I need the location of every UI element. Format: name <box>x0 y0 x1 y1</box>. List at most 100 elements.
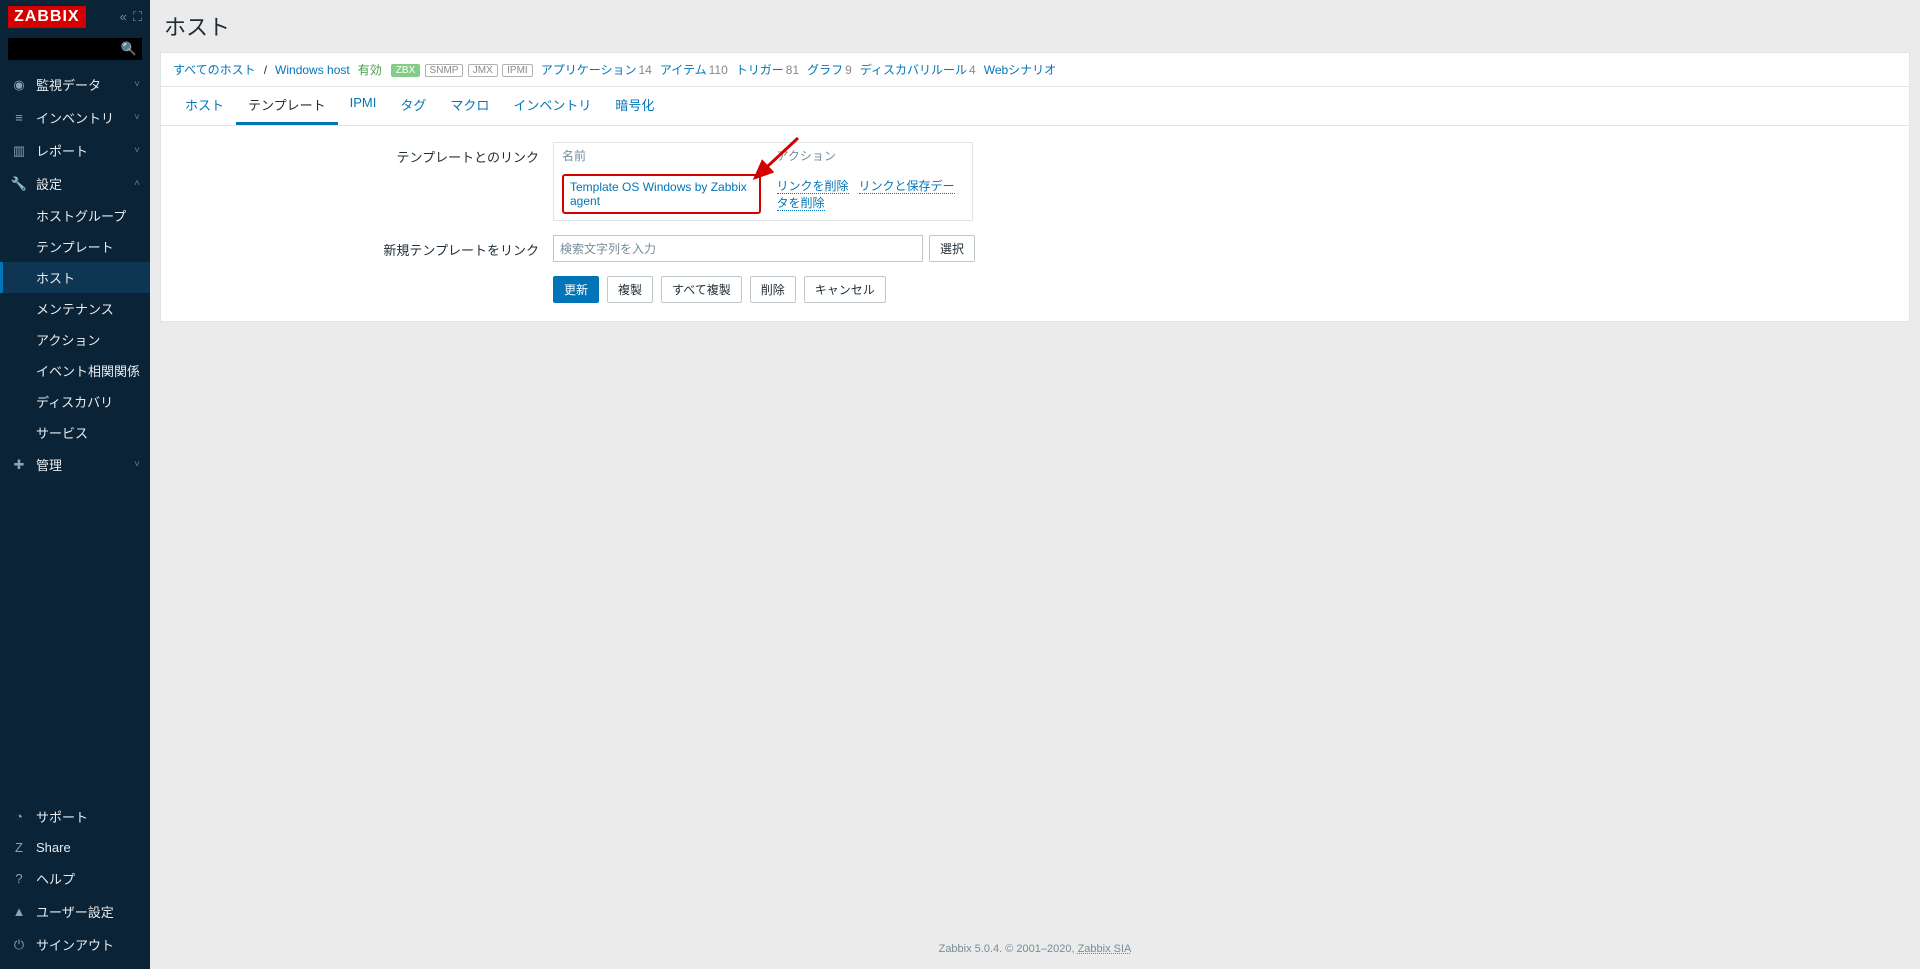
nav-sub-event-correlation[interactable]: イベント相関関係 <box>0 355 150 386</box>
footer-label: ユーザー設定 <box>36 902 114 921</box>
tab-templates[interactable]: テンプレート <box>236 87 338 125</box>
nav-sub-hostgroups[interactable]: ホストグループ <box>0 200 150 231</box>
tab-inventory[interactable]: インベントリ <box>501 87 603 125</box>
page-title: ホスト <box>164 10 1906 42</box>
tab-host[interactable]: ホスト <box>173 87 236 125</box>
content: すべてのホスト / Windows host 有効 ZBX SNMP JMX I… <box>160 52 1910 322</box>
breadcrumb-host[interactable]: Windows host <box>275 63 350 77</box>
list-icon: ≡ <box>10 110 28 125</box>
page-title-bar: ホスト <box>150 0 1920 52</box>
unlink-link[interactable]: リンクを削除 <box>777 179 849 194</box>
nav-label: 設定 <box>36 174 62 193</box>
footer-label: ヘルプ <box>36 869 75 888</box>
label-linked-templates: テンプレートとのリンク <box>173 142 553 221</box>
logo[interactable]: ZABBIX <box>8 6 86 28</box>
headset-icon: ◔ <box>10 809 28 824</box>
tab-ipmi[interactable]: IPMI <box>338 87 389 125</box>
chevron-down-icon: ˅ <box>134 145 140 156</box>
sidebar: ZABBIX « ⛶ 🔍 ◉ 監視データ ˅ ≡ インベントリ ˅ ▥ レポート… <box>0 0 150 969</box>
nav-sub-maintenance[interactable]: メンテナンス <box>0 293 150 324</box>
nav-configuration[interactable]: 🔧 設定 ˄ <box>0 167 150 200</box>
link-graphs[interactable]: グラフ9 <box>807 61 852 78</box>
cancel-button[interactable]: キャンセル <box>804 276 886 303</box>
footer-link[interactable]: Zabbix SIA <box>1078 943 1132 955</box>
nav-sub-services[interactable]: サービス <box>0 417 150 448</box>
linked-templates-table: 名前 アクション Template OS Windows by Zabbix a… <box>553 142 973 221</box>
nav-administration[interactable]: ✚ 管理 ˅ <box>0 448 150 481</box>
footer-label: サインアウト <box>36 935 114 954</box>
chevron-down-icon: ˅ <box>134 459 140 470</box>
chevron-up-icon: ˄ <box>134 178 140 189</box>
sidebar-footer: ◔ サポート Z Share ? ヘルプ ▲ ユーザー設定 ⏻ サインアウト <box>0 800 150 969</box>
nav-monitoring[interactable]: ◉ 監視データ ˅ <box>0 68 150 101</box>
breadcrumb-all-hosts[interactable]: すべてのホスト <box>173 61 256 78</box>
label-link-new: 新規テンプレートをリンク <box>173 235 553 262</box>
chart-icon: ▥ <box>10 143 28 159</box>
footer-share[interactable]: Z Share <box>0 833 150 862</box>
table-row: Template OS Windows by Zabbix agent リンクを… <box>554 168 973 221</box>
power-icon: ⏻ <box>10 937 28 953</box>
footer-user-settings[interactable]: ▲ ユーザー設定 <box>0 895 150 928</box>
question-icon: ? <box>10 871 28 886</box>
tab-macros[interactable]: マクロ <box>438 87 501 125</box>
link-triggers[interactable]: トリガー81 <box>736 61 799 78</box>
link-web[interactable]: Webシナリオ <box>984 61 1056 78</box>
availability-badges: ZBX SNMP JMX IPMI <box>390 62 533 77</box>
delete-button[interactable]: 削除 <box>750 276 796 303</box>
nav-sub-hosts[interactable]: ホスト <box>0 262 150 293</box>
footer-label: サポート <box>36 807 88 826</box>
search-icon[interactable]: 🔍 <box>121 41 137 57</box>
main: ホスト すべてのホスト / Windows host 有効 ZBX SNMP J… <box>150 0 1920 969</box>
breadcrumb: すべてのホスト / Windows host 有効 ZBX SNMP JMX I… <box>161 53 1909 87</box>
gear-icon: ✚ <box>10 457 28 473</box>
main-nav: ◉ 監視データ ˅ ≡ インベントリ ˅ ▥ レポート ˅ 🔧 設定 ˄ ホスト… <box>0 68 150 481</box>
clone-button[interactable]: 複製 <box>607 276 653 303</box>
sidebar-header: ZABBIX « ⛶ <box>0 0 150 34</box>
nav-sub-templates[interactable]: テンプレート <box>0 231 150 262</box>
link-discovery[interactable]: ディスカバリルール4 <box>860 61 976 78</box>
badge-snmp: SNMP <box>425 64 464 77</box>
form-area: テンプレートとのリンク 名前 アクション <box>161 126 1909 321</box>
footer-label: Share <box>36 840 71 855</box>
z-icon: Z <box>10 840 28 855</box>
badge-ipmi: IPMI <box>502 64 533 77</box>
footer-support[interactable]: ◔ サポート <box>0 800 150 833</box>
nav-label: インベントリ <box>36 108 114 127</box>
tab-tags[interactable]: タグ <box>388 87 438 125</box>
chevron-down-icon: ˅ <box>134 79 140 90</box>
template-link[interactable]: Template OS Windows by Zabbix agent <box>570 180 747 208</box>
fullclone-button[interactable]: すべて複製 <box>661 276 742 303</box>
footer-help[interactable]: ? ヘルプ <box>0 862 150 895</box>
collapse-icon[interactable]: « <box>120 9 127 25</box>
update-button[interactable]: 更新 <box>553 276 599 303</box>
button-row: 更新 複製 すべて複製 削除 キャンセル <box>553 276 993 303</box>
template-highlight-box: Template OS Windows by Zabbix agent <box>562 174 761 214</box>
nav-inventory[interactable]: ≡ インベントリ ˅ <box>0 101 150 134</box>
link-applications[interactable]: アプリケーション14 <box>541 61 652 78</box>
nav-label: レポート <box>36 141 88 160</box>
badge-jmx: JMX <box>468 64 498 77</box>
nav-configuration-sub: ホストグループ テンプレート ホスト メンテナンス アクション イベント相関関係… <box>0 200 150 448</box>
page-footer: Zabbix 5.0.4. © 2001–2020, Zabbix SIA <box>150 929 1920 969</box>
fullscreen-icon[interactable]: ⛶ <box>133 9 142 25</box>
select-button[interactable]: 選択 <box>929 235 975 262</box>
link-items[interactable]: アイテム110 <box>660 61 728 78</box>
th-action: アクション <box>769 143 973 169</box>
tab-encryption[interactable]: 暗号化 <box>603 87 666 125</box>
wrench-icon: 🔧 <box>10 176 28 192</box>
user-icon: ▲ <box>10 904 28 919</box>
nav-label: 管理 <box>36 455 62 474</box>
nav-sub-discovery[interactable]: ディスカバリ <box>0 386 150 417</box>
eye-icon: ◉ <box>10 77 28 93</box>
tabs: ホスト テンプレート IPMI タグ マクロ インベントリ 暗号化 <box>161 87 1909 126</box>
new-template-input[interactable]: 検索文字列を入力 <box>553 235 923 262</box>
footer-signout[interactable]: ⏻ サインアウト <box>0 928 150 961</box>
badge-zbx: ZBX <box>391 64 420 77</box>
nav-label: 監視データ <box>36 75 101 94</box>
nav-reports[interactable]: ▥ レポート ˅ <box>0 134 150 167</box>
th-name: 名前 <box>554 143 769 169</box>
footer-text: Zabbix 5.0.4. © 2001–2020, <box>939 943 1078 955</box>
sidebar-search: 🔍 <box>8 38 142 60</box>
status-enabled: 有効 <box>358 61 382 78</box>
nav-sub-actions[interactable]: アクション <box>0 324 150 355</box>
